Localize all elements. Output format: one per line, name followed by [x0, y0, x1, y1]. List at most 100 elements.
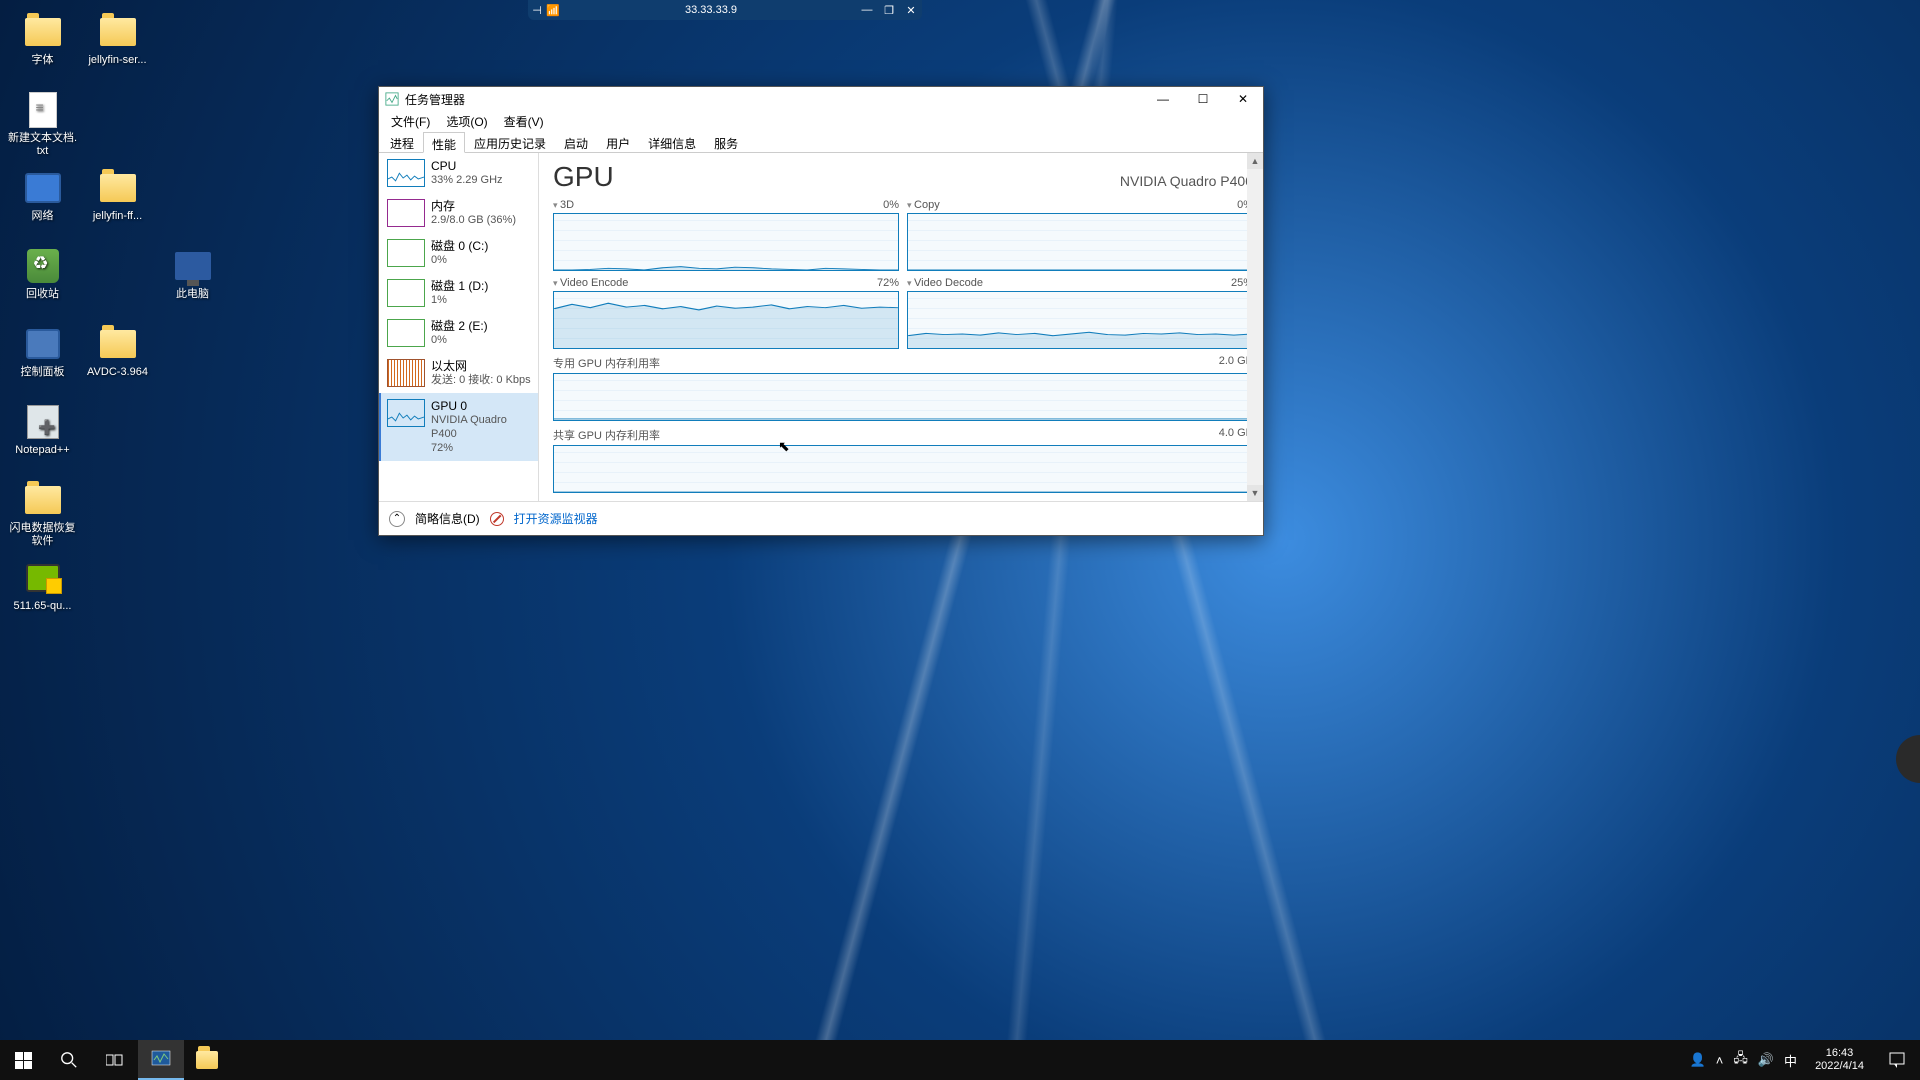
sidebar-item-cpu[interactable]: CPU33% 2.29 GHz [379, 153, 538, 193]
desktop-icon[interactable]: 闪电数据恢复软件 [5, 478, 80, 556]
tray-chevron-icon[interactable]: ˄ [1716, 1053, 1724, 1068]
tab-性能[interactable]: 性能 [423, 132, 465, 153]
gpu-charts-grid: 3D0%Copy0%Video Encode72%Video Decode25%… [553, 199, 1253, 493]
close-button[interactable]: ✕ [1223, 87, 1263, 111]
tab-服务[interactable]: 服务 [705, 131, 747, 152]
sidebar-item-sub: 0% [431, 333, 488, 347]
desktop-icon-label: 511.65-qu... [14, 600, 72, 613]
remote-restore-button[interactable]: ❐ [878, 4, 900, 17]
sidebar-item-gpu[interactable]: GPU 0NVIDIA Quadro P40072% [379, 393, 538, 461]
desktop-icon[interactable]: 控制面板 [5, 322, 80, 400]
task-manager-window: 任务管理器 — ☐ ✕ 文件(F)选项(O)查看(V) 进程性能应用历史记录启动… [378, 86, 1264, 536]
remote-minimize-button[interactable]: — [856, 4, 878, 16]
sidebar-item-eth[interactable]: 以太网发送: 0 接收: 0 Kbps [379, 353, 538, 393]
desktop-icon[interactable]: 511.65-qu... [5, 556, 80, 634]
start-button[interactable] [0, 1040, 46, 1080]
chart-name[interactable]: Copy [907, 199, 940, 211]
sidebar-item-disk[interactable]: 磁盘 1 (D:)1% [379, 273, 538, 313]
clock[interactable]: 16:43 2022/4/14 [1805, 1047, 1874, 1073]
remote-close-button[interactable]: ✕ [900, 4, 922, 17]
desktop-icon[interactable]: 网络 [5, 166, 80, 244]
tab-启动[interactable]: 启动 [555, 131, 597, 152]
menu-item[interactable]: 选项(O) [438, 111, 495, 131]
volume-icon[interactable]: 🔊 [1758, 1052, 1774, 1068]
titlebar[interactable]: 任务管理器 — ☐ ✕ [379, 87, 1263, 111]
sidebar-item-title: 以太网 [431, 359, 531, 373]
sidebar-item-disk[interactable]: 磁盘 2 (E:)0% [379, 313, 538, 353]
open-resmon-link[interactable]: 打开资源监视器 [514, 510, 598, 527]
sidebar-item-sub: NVIDIA Quadro P400 [431, 413, 532, 441]
desktop-icon[interactable]: 此电脑 [155, 244, 230, 322]
network-tray-icon[interactable]: 🖧 [1733, 1049, 1748, 1071]
clock-date: 2022/4/14 [1815, 1060, 1864, 1073]
folder-icon [100, 330, 136, 358]
tab-应用历史记录[interactable]: 应用历史记录 [465, 131, 555, 152]
tab-用户[interactable]: 用户 [597, 131, 639, 152]
folder-icon [25, 486, 61, 514]
desktop-icons: 字体 jellyfin-ser... 新建文本文档.txt网络 jellyfin-ff… [5, 10, 230, 634]
edge-assist-bubble[interactable] [1896, 735, 1920, 783]
taskbar-app-taskmgr[interactable] [138, 1040, 184, 1080]
sidebar-item-sub2: 72% [431, 441, 532, 455]
chart-canvas [553, 291, 899, 349]
people-icon[interactable]: 👤 [1690, 1052, 1706, 1068]
sidebar-item-mem[interactable]: 内存2.9/8.0 GB (36%) [379, 193, 538, 233]
desktop-icon-label: jellyfin-ff... [93, 210, 142, 223]
sidebar-item-disk[interactable]: 磁盘 0 (C:)0% [379, 233, 538, 273]
desktop-icon[interactable]: jellyfin-ff... [80, 166, 155, 244]
task-view-button[interactable] [92, 1040, 138, 1080]
recycle-icon [27, 249, 59, 283]
sidebar-item-sub: 发送: 0 接收: 0 Kbps [431, 373, 531, 387]
search-button[interactable] [46, 1040, 92, 1080]
sidebar-item-sub: 1% [431, 293, 488, 307]
sidebar-item-sub: 2.9/8.0 GB (36%) [431, 213, 516, 227]
desktop-icon[interactable]: 回收站 [5, 244, 80, 322]
system-tray[interactable]: 👤 ˄ 🖧 🔊 中 [1682, 1049, 1805, 1071]
maximize-button[interactable]: ☐ [1183, 87, 1223, 111]
folder-icon [25, 18, 61, 46]
ime-indicator[interactable]: 中 [1784, 1051, 1797, 1070]
gpu-model: NVIDIA Quadro P400 [1120, 173, 1253, 189]
sidebar-thumb [387, 239, 425, 267]
sidebar-thumb [387, 159, 425, 187]
desktop-icon[interactable]: Notepad++ [5, 400, 80, 478]
clock-time: 16:43 [1815, 1047, 1864, 1060]
taskview-icon [106, 1053, 124, 1067]
taskbar-app-explorer[interactable] [184, 1040, 230, 1080]
scroll-down-icon[interactable]: ▼ [1247, 485, 1263, 501]
desktop-icon-label: 闪电数据恢复软件 [7, 522, 78, 548]
desktop-icon[interactable]: 字体 [5, 10, 80, 88]
desktop-icon-label: AVDC-3.964 [87, 366, 148, 379]
chart-name[interactable]: Video Encode [553, 277, 628, 289]
chart-Copy: Copy0% [907, 199, 1253, 271]
pin-icon[interactable]: ⊣ [528, 4, 546, 17]
chart-专用 GPU 内存利用率: 专用 GPU 内存利用率2.0 GB [553, 355, 1253, 421]
menu-item[interactable]: 查看(V) [496, 111, 552, 131]
remote-title: 33.33.33.9 [566, 4, 856, 16]
footer: ⌃ 简略信息(D) 打开资源监视器 [379, 501, 1263, 535]
sidebar-thumb [387, 399, 425, 427]
collapse-icon[interactable]: ⌃ [389, 511, 405, 527]
remote-connection-bar: ⊣ 📶 33.33.33.9 — ❐ ✕ [528, 0, 922, 20]
chart-name[interactable]: 3D [553, 199, 574, 211]
desktop-icon[interactable]: 新建文本文档.txt [5, 88, 80, 166]
resmon-icon [490, 512, 504, 526]
tab-详细信息[interactable]: 详细信息 [639, 131, 705, 152]
minimize-button[interactable]: — [1143, 87, 1183, 111]
action-center-button[interactable] [1874, 1040, 1920, 1080]
brief-info-button[interactable]: 简略信息(D) [415, 510, 480, 527]
desktop-icon-label: jellyfin-ser... [88, 54, 146, 67]
sidebar-thumb [387, 319, 425, 347]
chart-name[interactable]: Video Decode [907, 277, 983, 289]
signal-icon: 📶 [546, 4, 566, 17]
taskmgr-icon [385, 92, 399, 106]
desktop-icon[interactable]: AVDC-3.964 [80, 322, 155, 400]
menu-item[interactable]: 文件(F) [383, 111, 438, 131]
tab-进程[interactable]: 进程 [381, 131, 423, 152]
sidebar-thumb [387, 279, 425, 307]
sidebar-item-title: 内存 [431, 199, 516, 213]
scrollbar[interactable]: ▲ ▼ [1247, 153, 1263, 501]
scroll-up-icon[interactable]: ▲ [1247, 153, 1263, 169]
desktop-icon-label: 控制面板 [21, 366, 65, 379]
desktop-icon[interactable]: jellyfin-ser... [80, 10, 155, 88]
